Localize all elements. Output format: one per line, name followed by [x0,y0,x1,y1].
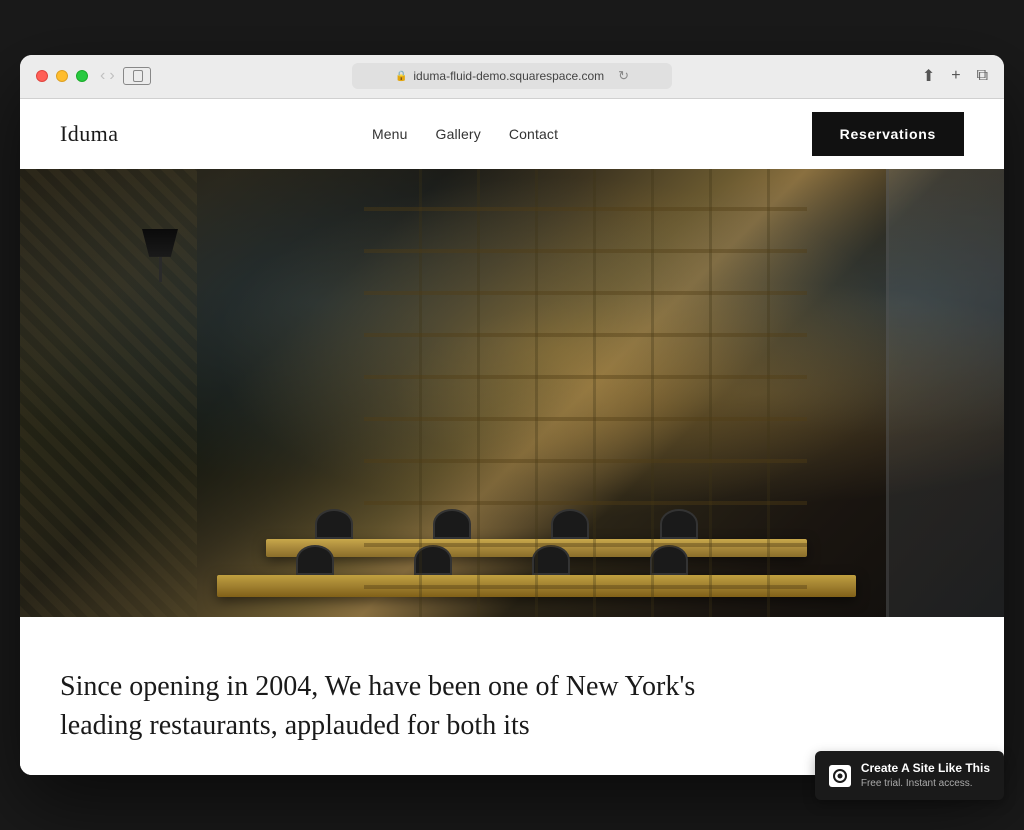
window-view-controls [123,67,151,85]
squarespace-badge[interactable]: Create A Site Like This Free trial. Inst… [815,751,1004,775]
nav-gallery-link[interactable]: Gallery [436,126,481,142]
url-text: iduma-fluid-demo.squarespace.com [413,69,604,83]
browser-window: ‹ › 🔒 iduma-fluid-demo.squarespace.com ↻… [20,55,1004,775]
squarespace-logo-mark [833,769,847,775]
minimize-button[interactable] [56,70,68,82]
share-icon[interactable]: ⬆ [922,66,935,86]
forward-arrow-icon[interactable]: › [109,67,114,85]
hero-image [20,169,1004,617]
nav-menu-link[interactable]: Menu [372,126,408,142]
nav-links: Menu Gallery Contact [372,126,558,142]
site-content: Iduma Menu Gallery Contact Reservations [20,99,1004,775]
tabs-icon[interactable]: ⧉ [977,67,988,85]
traffic-lights [36,70,88,82]
intro-text: Since opening in 2004, We have been one … [60,667,760,745]
chair [414,545,452,575]
site-logo: Iduma [60,121,118,147]
maximize-button[interactable] [76,70,88,82]
chair [433,509,471,539]
back-arrow-icon[interactable]: ‹ [100,67,105,85]
chair [551,509,589,539]
squarespace-logo [829,765,851,775]
site-nav: Iduma Menu Gallery Contact Reservations [20,99,1004,169]
window-layout-icon[interactable] [123,67,151,85]
nav-contact-link[interactable]: Contact [509,126,558,142]
dining-table-back [266,539,807,557]
lock-icon: 🔒 [395,71,407,82]
badge-main-text: Create A Site Like This [861,761,990,775]
nav-arrows: ‹ › [100,67,115,85]
chair [315,509,353,539]
lamp-shade [142,229,178,257]
window-panel [886,169,1004,617]
address-bar[interactable]: 🔒 iduma-fluid-demo.squarespace.com ↻ [352,63,672,89]
dining-table-front [217,575,857,597]
pendant-lamp [140,229,180,284]
chair [532,545,570,575]
chair [650,545,688,575]
chair [660,509,698,539]
close-button[interactable] [36,70,48,82]
lamp-stem [159,257,162,282]
title-bar: ‹ › 🔒 iduma-fluid-demo.squarespace.com ↻… [20,55,1004,99]
badge-text: Create A Site Like This Free trial. Inst… [861,761,990,775]
title-bar-right-controls: ⬆ + ⧉ [922,66,988,86]
new-tab-icon[interactable]: + [951,67,960,85]
reload-icon[interactable]: ↻ [618,68,629,84]
chair [296,545,334,575]
reservations-button[interactable]: Reservations [812,112,964,156]
